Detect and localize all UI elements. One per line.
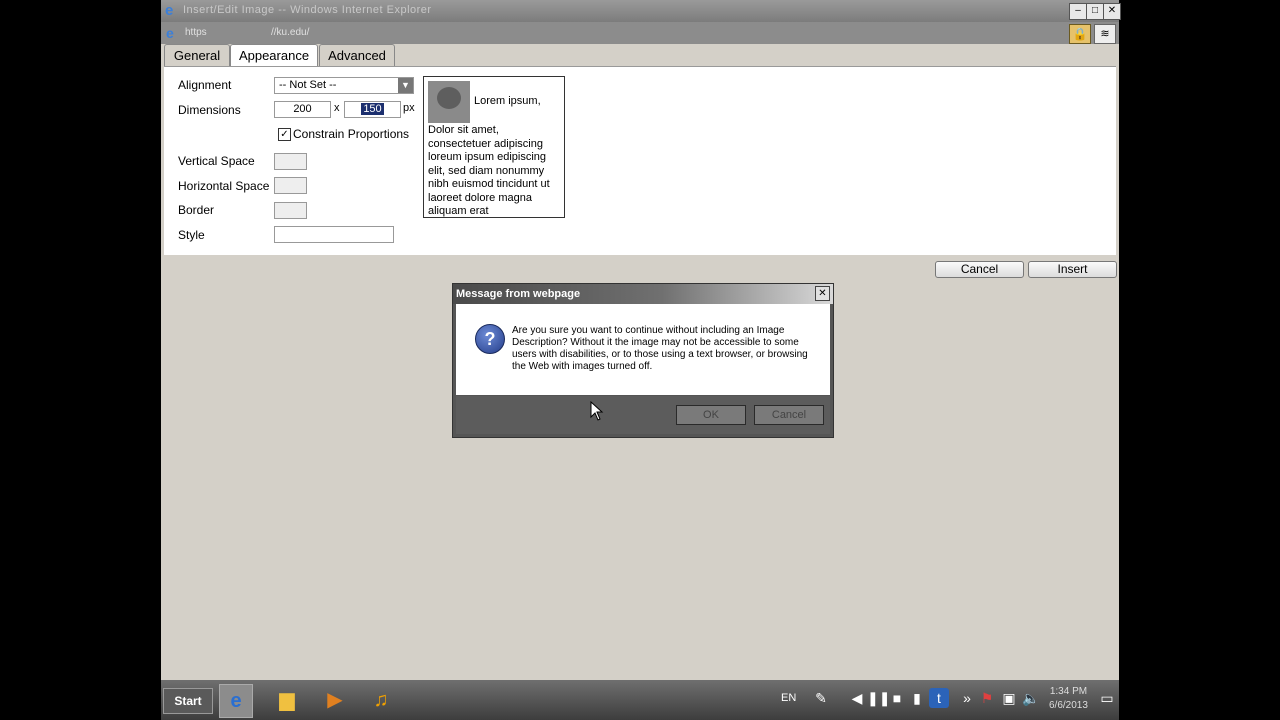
language-indicator[interactable]: EN (781, 692, 796, 704)
page-status-icon[interactable]: ≋ (1094, 24, 1116, 44)
taskbar-folder-icon[interactable]: ▆ (271, 684, 303, 716)
vertical-space-input[interactable] (274, 153, 307, 170)
ie-icon: e (165, 2, 174, 19)
question-icon: ? (475, 324, 505, 354)
dialog-close-icon[interactable]: ✕ (815, 286, 830, 301)
dimensions-label: Dimensions (178, 103, 241, 117)
horizontal-space-input[interactable] (274, 177, 307, 194)
tab-general[interactable]: General (164, 44, 230, 66)
stop-tray-icon[interactable]: ■ (887, 688, 907, 708)
clock-time: 1:34 PM (1049, 686, 1088, 697)
title-bar[interactable]: e Insert/Edit Image -- Windows Internet … (161, 0, 1121, 22)
border-input[interactable] (274, 202, 307, 219)
constrain-proportions-checkbox[interactable]: ✓ (278, 128, 291, 141)
appearance-panel: Alignment -- Not Set -- ▼ Dimensions 200… (164, 66, 1116, 255)
image-preview: Lorem ipsum, Dolor sit amet, consectetue… (423, 76, 565, 218)
clock[interactable]: 1:34 PM 6/6/2013 (1049, 685, 1088, 713)
dialog-title: Message from webpage (456, 288, 581, 300)
alignment-select[interactable]: -- Not Set -- ▼ (274, 77, 414, 94)
taskbar-media-player-icon[interactable]: ▶ (319, 684, 351, 716)
dialog-body: ? Are you sure you want to continue with… (456, 304, 830, 395)
dialog-tabs: General Appearance Advanced (161, 44, 1119, 67)
preview-thumbnail (428, 81, 470, 123)
network-icon[interactable]: ▣ (999, 688, 1019, 708)
pen-tray-icon[interactable]: ✎ (811, 688, 831, 708)
border-label: Border (178, 203, 215, 217)
volume-icon[interactable]: 🔈 (1021, 688, 1041, 708)
horizontal-space-label: Horizontal Space (178, 179, 270, 193)
mouse-cursor-icon (590, 401, 604, 421)
style-input[interactable] (274, 226, 394, 243)
ie-page-icon: e (166, 25, 174, 41)
pause-tray-icon[interactable]: ❚❚ (867, 688, 890, 708)
window-title: Insert/Edit Image -- Windows Internet Ex… (183, 4, 432, 16)
record-tray-icon[interactable]: ▮ (907, 688, 927, 708)
message-dialog: Message from webpage ✕ ? Are you sure yo… (452, 283, 834, 438)
style-label: Style (178, 228, 205, 242)
preview-first-line: Lorem ipsum, (474, 95, 541, 107)
dialog-title-bar[interactable]: Message from webpage ✕ (453, 284, 833, 304)
taskbar-ie-icon[interactable]: e (219, 684, 253, 718)
minimize-icon[interactable]: – (1069, 3, 1087, 20)
address-bar[interactable]: e https //ku.edu/ 🔒 ≋ (161, 22, 1119, 44)
taskbar-audio-icon[interactable]: ♫ (365, 684, 397, 716)
preview-body-text: Dolor sit amet, consectetuer adipiscing … (428, 124, 550, 217)
clock-date: 6/6/2013 (1049, 700, 1088, 711)
vertical-space-label: Vertical Space (178, 154, 255, 168)
cancel-button[interactable]: Cancel (935, 261, 1024, 278)
tree-icon (437, 87, 461, 109)
alignment-value: -- Not Set -- (279, 79, 337, 91)
insert-button[interactable]: Insert (1028, 261, 1117, 278)
show-desktop-icon[interactable]: ▭ (1097, 688, 1117, 708)
dialog-ok-button[interactable]: OK (676, 405, 746, 425)
dialog-footer: OK Cancel (456, 396, 830, 434)
security-alert-icon[interactable]: ⚑ (977, 688, 997, 708)
dialog-message: Are you sure you want to continue withou… (512, 325, 808, 372)
t-app-tray-icon[interactable]: t (929, 688, 949, 708)
constrain-proportions-label: Constrain Proportions (293, 127, 410, 141)
width-input[interactable]: 200 (274, 101, 331, 118)
show-hidden-icons-icon[interactable]: » (957, 688, 977, 708)
chevron-down-icon[interactable]: ▼ (398, 78, 413, 93)
taskbar: Start e ▆ ▶ ♫ EN ✎ ◀ ❚❚ ■ ▮ t » ⚑ ▣ 🔈 1:… (161, 680, 1119, 720)
tab-advanced[interactable]: Advanced (319, 44, 395, 66)
lock-icon[interactable]: 🔒 (1069, 24, 1091, 44)
start-button[interactable]: Start (163, 688, 213, 714)
maximize-icon[interactable]: □ (1086, 3, 1104, 20)
back-tray-icon[interactable]: ◀ (847, 688, 867, 708)
address-scheme: https (185, 27, 207, 38)
browser-window: e Insert/Edit Image -- Windows Internet … (161, 0, 1121, 680)
px-unit-label: px (403, 102, 415, 114)
close-icon[interactable]: ✕ (1103, 3, 1121, 20)
dimension-separator: x (334, 102, 340, 114)
height-value-selected: 150 (361, 103, 384, 115)
alignment-label: Alignment (178, 78, 232, 92)
tab-appearance[interactable]: Appearance (230, 44, 318, 67)
address-url: //ku.edu/ (271, 27, 310, 38)
height-input[interactable]: 150 (344, 101, 401, 118)
dialog-cancel-button[interactable]: Cancel (754, 405, 824, 425)
